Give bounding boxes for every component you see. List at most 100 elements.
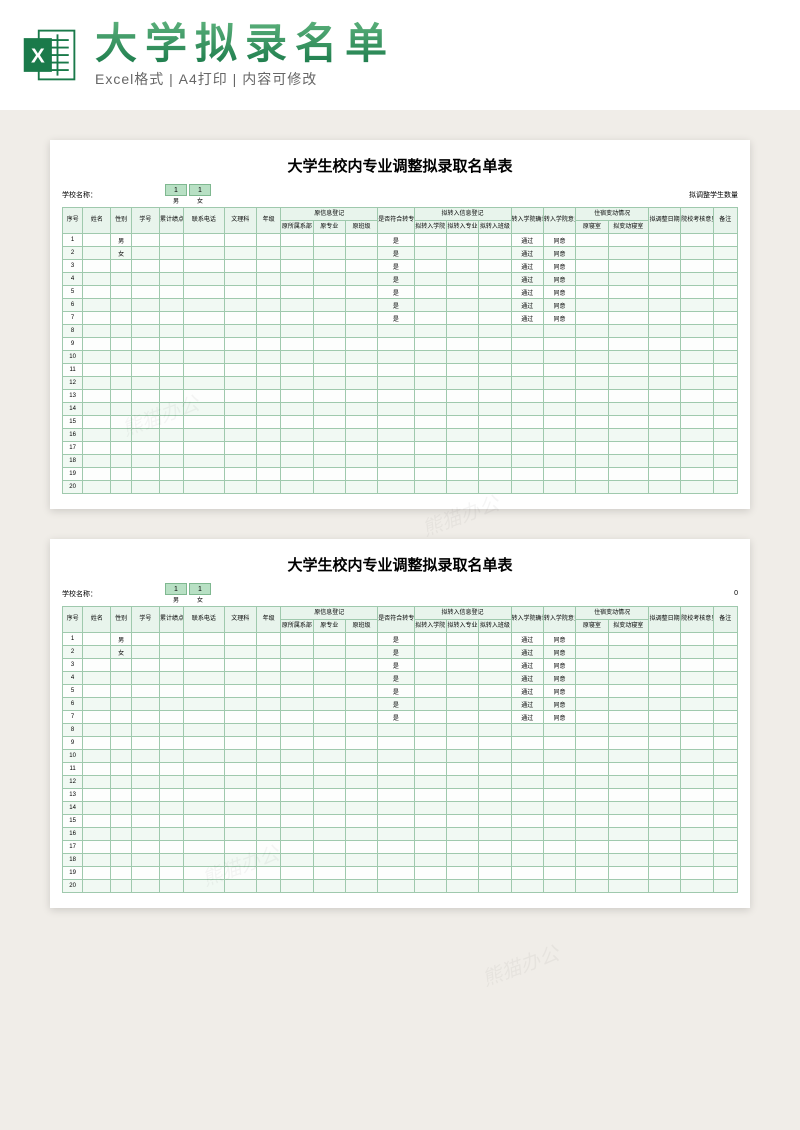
cell-cond: [378, 390, 414, 403]
cell-gpa: [159, 455, 183, 468]
th-name: 姓名: [83, 607, 111, 633]
cell-date: [648, 659, 680, 672]
cell-note: [713, 828, 737, 841]
cell-gender: [111, 429, 131, 442]
cell-sid: [131, 442, 159, 455]
cell-opinion: [543, 854, 575, 867]
cell-seq: 1: [63, 234, 83, 247]
th-dorm-group: 住宿变动情况: [576, 607, 649, 620]
cell-trans-major: [446, 338, 478, 351]
cell-confirm: [511, 867, 543, 880]
cell-sid: [131, 633, 159, 646]
cell-name: [83, 711, 111, 724]
cell-check: [681, 789, 713, 802]
cell-dorm-orig: [576, 724, 608, 737]
cell-seq: 4: [63, 273, 83, 286]
cell-name: [83, 377, 111, 390]
cell-orig-dept: [281, 429, 313, 442]
th-cond: 是否符合转专业条件: [378, 208, 414, 234]
cell-date: [648, 737, 680, 750]
cell-confirm: [511, 403, 543, 416]
cell-orig-dept: [281, 234, 313, 247]
cell-note: [713, 416, 737, 429]
cell-trans-college: [414, 802, 446, 815]
cell-orig-class: [345, 750, 377, 763]
admission-table: 序号 姓名 性别 学号 累计绩点 联系电话 文理科 年级 原信息登记 是否符合转…: [62, 207, 738, 494]
table-row: 7 是 通过 同意: [63, 312, 738, 325]
cell-trans-college: [414, 841, 446, 854]
cell-sci: [224, 815, 256, 828]
cell-sid: [131, 789, 159, 802]
cell-seq: 13: [63, 390, 83, 403]
cell-name: [83, 429, 111, 442]
cell-orig-class: [345, 247, 377, 260]
cell-dorm-new: [608, 299, 648, 312]
cell-gpa: [159, 234, 183, 247]
table-row: 20: [63, 481, 738, 494]
cell-dorm-new: [608, 416, 648, 429]
cell-orig-dept: [281, 763, 313, 776]
cell-confirm: 通过: [511, 260, 543, 273]
cell-orig-major: [313, 403, 345, 416]
cell-date: [648, 672, 680, 685]
cell-sci: [224, 672, 256, 685]
cell-date: [648, 880, 680, 893]
cell-trans-class: [479, 633, 511, 646]
th-note: 备注: [713, 607, 737, 633]
cell-confirm: [511, 390, 543, 403]
cell-name: [83, 633, 111, 646]
cell-opinion: [543, 351, 575, 364]
cell-gender: [111, 841, 131, 854]
cell-date: [648, 698, 680, 711]
table-row: 3 是 通过 同意: [63, 659, 738, 672]
cell-orig-class: [345, 377, 377, 390]
cell-confirm: 通过: [511, 273, 543, 286]
th-opinion: 转入学院意见: [543, 607, 575, 633]
cell-trans-college: [414, 659, 446, 672]
total-count-label: 0: [734, 590, 738, 597]
cell-sid: [131, 828, 159, 841]
cell-confirm: [511, 429, 543, 442]
cell-phone: [184, 763, 224, 776]
cell-orig-class: [345, 481, 377, 494]
cell-orig-class: [345, 815, 377, 828]
cell-date: [648, 763, 680, 776]
cell-trans-college: [414, 403, 446, 416]
cell-check: [681, 364, 713, 377]
cell-date: [648, 416, 680, 429]
cell-orig-class: [345, 312, 377, 325]
cell-note: [713, 442, 737, 455]
cell-grade: [256, 685, 280, 698]
cell-confirm: [511, 325, 543, 338]
cell-dorm-orig: [576, 377, 608, 390]
cell-orig-class: [345, 685, 377, 698]
cell-sci: [224, 273, 256, 286]
cell-opinion: 同意: [543, 685, 575, 698]
cell-dorm-orig: [576, 468, 608, 481]
cell-sid: [131, 763, 159, 776]
th-check: 院校考核意见: [681, 607, 713, 633]
cell-trans-major: [446, 737, 478, 750]
cell-check: [681, 286, 713, 299]
cell-gender: [111, 455, 131, 468]
cell-trans-class: [479, 442, 511, 455]
cell-trans-college: [414, 260, 446, 273]
cell-name: [83, 646, 111, 659]
cell-trans-major: [446, 698, 478, 711]
th-cond: 是否符合转专业条件: [378, 607, 414, 633]
cell-trans-class: [479, 273, 511, 286]
cell-grade: [256, 698, 280, 711]
cell-orig-dept: [281, 260, 313, 273]
cell-seq: 18: [63, 854, 83, 867]
cell-grade: [256, 646, 280, 659]
cell-trans-major: [446, 234, 478, 247]
cell-phone: [184, 325, 224, 338]
cell-orig-dept: [281, 711, 313, 724]
table-row: 17: [63, 841, 738, 854]
cell-cond: [378, 867, 414, 880]
cell-orig-class: [345, 442, 377, 455]
cell-phone: [184, 802, 224, 815]
cell-confirm: [511, 750, 543, 763]
cell-trans-college: [414, 646, 446, 659]
cell-date: [648, 364, 680, 377]
